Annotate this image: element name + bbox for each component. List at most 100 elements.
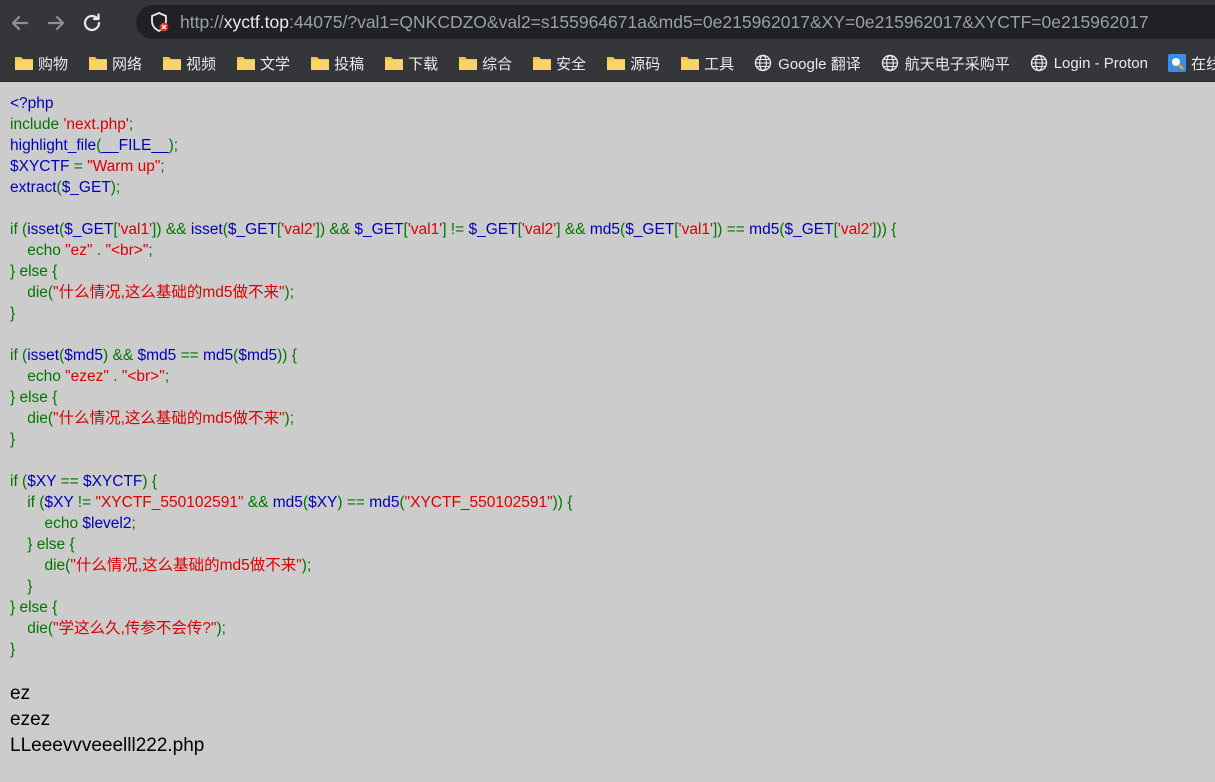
back-button[interactable] [4, 7, 36, 39]
code-token: die( [10, 410, 54, 427]
bookmark-label: 文学 [260, 55, 291, 73]
folder-icon [310, 55, 330, 71]
code-line: extract($_GET); [10, 177, 896, 198]
code-token: if ( [10, 347, 28, 364]
bookmark-7[interactable]: 安全 [518, 49, 592, 77]
code-token: ); [216, 620, 226, 637]
code-token: die( [10, 284, 54, 301]
bookmark-5[interactable]: 下载 [370, 49, 444, 77]
url-path: :44075/?val1=QNKCDZO&val2=s155964671a&md… [288, 11, 1149, 32]
code-token: ) == [337, 494, 370, 511]
code-token: $level2 [82, 515, 132, 532]
bookmark-6[interactable]: 综合 [444, 49, 518, 77]
reload-button[interactable] [76, 7, 108, 39]
url-text: http://xyctf.top:44075/?val1=QNKCDZO&val… [180, 12, 1149, 33]
folder-icon [162, 55, 182, 71]
bookmark-13[interactable]: 在线翻译 [1154, 49, 1215, 77]
page-output: ez ezez LLeeevvveeelll222.php [10, 681, 204, 759]
code-line: } [10, 639, 896, 660]
back-arrow-icon [10, 13, 30, 33]
code-token: $md5 [238, 347, 278, 364]
code-token: ); [110, 179, 121, 196]
bookmark-12[interactable]: Login - Proton [1016, 49, 1154, 77]
code-token: $_GET [64, 221, 114, 238]
folder-icon [458, 55, 478, 71]
code-token: ); [284, 410, 295, 427]
code-token: ] != [442, 221, 469, 238]
folder-icon [606, 55, 626, 71]
code-token: == [180, 347, 204, 364]
code-token: die( [10, 557, 71, 574]
bookmark-10[interactable]: Google 翻译 [740, 49, 867, 77]
output-line-level2: LLeeevvveeelll222.php [10, 735, 205, 756]
not-secure-shield-icon[interactable] [146, 9, 172, 35]
code-token: "XYCTF_550102591" [95, 494, 248, 511]
code-line: if ($XY == $XYCTF) { [10, 471, 896, 492]
bookmark-9[interactable]: 工具 [666, 49, 740, 77]
code-token: && [247, 494, 273, 511]
bookmark-label: 工具 [704, 55, 735, 73]
globe-icon [881, 54, 899, 72]
code-token: extract [10, 179, 57, 196]
code-token: ); [168, 137, 179, 154]
folder-icon [88, 55, 108, 71]
bookmark-0[interactable]: 购物 [0, 49, 74, 77]
reload-icon [81, 12, 103, 34]
code-token: } else { [10, 599, 58, 616]
bookmark-1[interactable]: 网络 [74, 49, 148, 77]
translate-favicon-icon [1167, 54, 1186, 72]
code-token: } [10, 431, 16, 448]
code-token: highlight_file [10, 137, 97, 154]
code-token: 'val2' [837, 221, 873, 238]
code-line: include 'next.php'; [10, 114, 896, 135]
code-token: ); [301, 557, 312, 574]
forward-arrow-icon [46, 13, 66, 33]
bookmark-label: 下载 [408, 55, 439, 73]
bookmark-8[interactable]: 源码 [592, 49, 666, 77]
bookmark-3[interactable]: 文学 [222, 49, 296, 77]
code-line: echo "ez" . "<br>"; [10, 240, 896, 261]
code-token: $md5 [137, 347, 181, 364]
code-line: } else { [10, 387, 896, 408]
code-token: ; [164, 368, 170, 385]
code-token: "什么情况,这么基础的md5做不来" [70, 557, 302, 574]
code-token: isset [27, 221, 60, 238]
code-token: ; [160, 158, 165, 175]
code-token: md5 [749, 221, 780, 238]
code-line: } [10, 576, 896, 597]
code-token: if ( [10, 221, 28, 238]
code-token: __FILE__ [101, 137, 169, 154]
address-bar[interactable]: http://xyctf.top:44075/?val1=QNKCDZO&val… [136, 5, 1215, 39]
code-line: <?php [10, 93, 896, 114]
bookmark-11[interactable]: 航天电子采购平 [867, 49, 1016, 77]
bookmark-label: 源码 [630, 55, 661, 73]
bookmark-2[interactable]: 视频 [148, 49, 222, 77]
code-token: $_GET [784, 221, 834, 238]
bookmark-label: 投稿 [334, 55, 365, 73]
code-token: 'val1' [678, 221, 713, 238]
code-token: die( [10, 620, 54, 637]
code-token: $_GET [625, 221, 675, 238]
code-line: die("学这么久,传参不会传?"); [10, 618, 896, 639]
bookmark-4[interactable]: 投稿 [296, 49, 370, 77]
code-token: ) { [142, 473, 158, 490]
code-token: "什么情况,这么基础的md5做不来" [53, 410, 285, 427]
code-token: ; [128, 116, 134, 133]
code-token: $_GET [354, 221, 404, 238]
code-token: if ( [10, 494, 45, 511]
code-line: } [10, 429, 896, 450]
forward-button[interactable] [40, 7, 72, 39]
code-token: != [77, 494, 96, 511]
code-token: $XY [308, 494, 338, 511]
bookmark-label: 在线翻译 [1190, 55, 1215, 73]
bookmark-label: 网络 [112, 55, 143, 73]
code-token: $XYCTF [10, 158, 74, 175]
bookmark-label: Google 翻译 [778, 55, 861, 73]
code-token: )) { [552, 494, 573, 511]
code-line: die("什么情况,这么基础的md5做不来"); [10, 408, 896, 429]
code-token: <?php [10, 95, 54, 112]
code-token: ); [284, 284, 295, 301]
code-token: "ezez" [65, 368, 114, 385]
